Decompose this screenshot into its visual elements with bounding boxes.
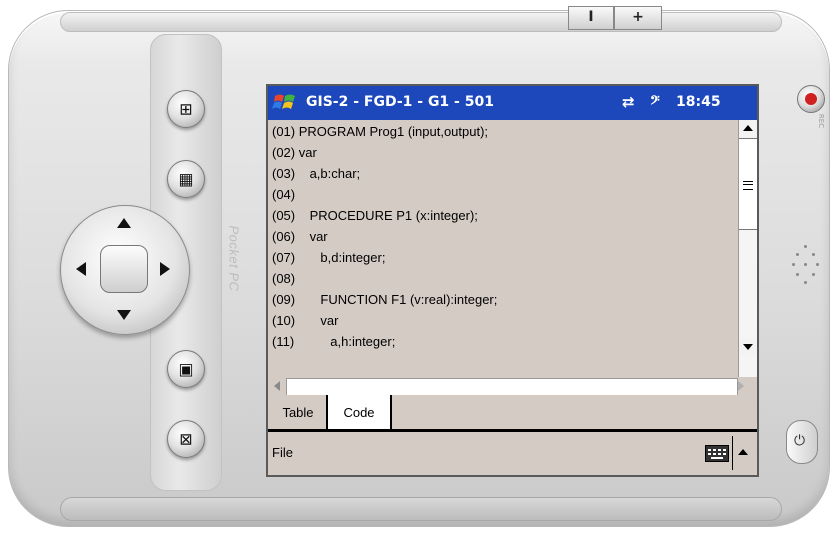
contacts-card-icon: ▣ [178,359,194,379]
code-line: (04) [272,187,296,202]
hw-button-4[interactable]: ⊠ [167,420,205,458]
hw-button-2[interactable]: ▦ [167,160,205,198]
emulator-stage: I + ⊞ ▦ ▣ ⊠ Pocket PC REC ⏻ GIS-2 - FGD-… [0,0,834,536]
scroll-thumb[interactable] [739,138,757,230]
brand-text: Pocket PC [226,225,242,292]
code-line: (09) FUNCTION F1 (v:real):integer; [272,292,498,307]
connectivity-icon[interactable]: ⇄ [622,93,635,111]
file-menu[interactable]: File [272,445,293,460]
horizontal-scrollbar[interactable] [268,377,757,396]
code-line: (10) var [272,313,339,328]
code-line: (11) a,h:integer; [272,334,396,349]
title-bar: GIS-2 - FGD-1 - G1 - 501 ⇄ 𝄢 18:45 [268,86,757,120]
dpad-down-icon[interactable] [117,310,131,320]
code-line: (02) var [272,145,317,160]
windows-flag-icon: ⊞ [179,99,193,119]
menu-separator [732,436,733,470]
device-bottom-rim [60,497,782,521]
scroll-left-icon[interactable] [274,381,280,391]
tab-code[interactable]: Code [326,395,392,429]
scroll-right-icon[interactable] [738,381,744,391]
hw-button-1[interactable]: ⊞ [167,90,205,128]
vertical-scrollbar[interactable] [738,120,757,377]
dpad-left-icon[interactable] [76,262,86,276]
scroll-up-icon [743,125,753,131]
code-view[interactable]: (01) PROGRAM Prog1 (input,output); (02) v… [268,120,738,377]
speaker-grille-icon [790,245,820,290]
code-line: (07) b,d:integer; [272,250,386,265]
volume-up-label: + [632,9,644,25]
volume-up-button[interactable]: + [614,6,662,30]
scroll-down-icon [743,344,753,350]
dpad-action-button[interactable] [100,245,148,293]
code-line: (06) var [272,229,328,244]
record-label: REC [817,113,826,129]
volume-icon[interactable]: 𝄢 [650,93,660,111]
scroll-grip-icon [743,181,753,190]
device-screen: GIS-2 - FGD-1 - G1 - 501 ⇄ 𝄢 18:45 (01) … [266,84,759,477]
window-title: GIS-2 - FGD-1 - G1 - 501 [306,94,494,110]
scroll-up-button[interactable] [739,120,757,138]
clock[interactable]: 18:45 [676,94,721,110]
keyboard-icon[interactable] [705,445,729,462]
power-icon: ⏻ [794,433,806,449]
hw-button-3[interactable]: ▣ [167,350,205,388]
tab-strip: Table Code [268,395,757,432]
calendar-grid-icon: ▦ [178,169,194,189]
inbox-envelope-icon: ⊠ [179,429,193,449]
scroll-down-button[interactable] [739,338,757,356]
dpad-up-icon[interactable] [117,218,131,228]
device-top-rim [60,12,782,32]
volume-down-button[interactable]: I [568,6,614,30]
menu-bar: File [268,432,757,475]
start-menu-icon[interactable] [272,90,298,116]
code-line: (01) PROGRAM Prog1 (input,output); [272,124,489,139]
input-panel-arrow-icon[interactable] [738,449,748,455]
tab-table[interactable]: Table [272,395,324,429]
volume-down-label: I [588,9,594,25]
pocket-pc-logo: Pocket PC [224,218,244,358]
code-line: (05) PROCEDURE P1 (x:integer); [272,208,478,223]
record-button[interactable] [797,85,825,113]
code-line: (08) [272,271,296,286]
code-line: (03) a,b:char; [272,166,361,181]
dpad-right-icon[interactable] [160,262,170,276]
power-button[interactable]: ⏻ [786,420,818,464]
horizontal-scroll-track[interactable] [286,378,738,396]
